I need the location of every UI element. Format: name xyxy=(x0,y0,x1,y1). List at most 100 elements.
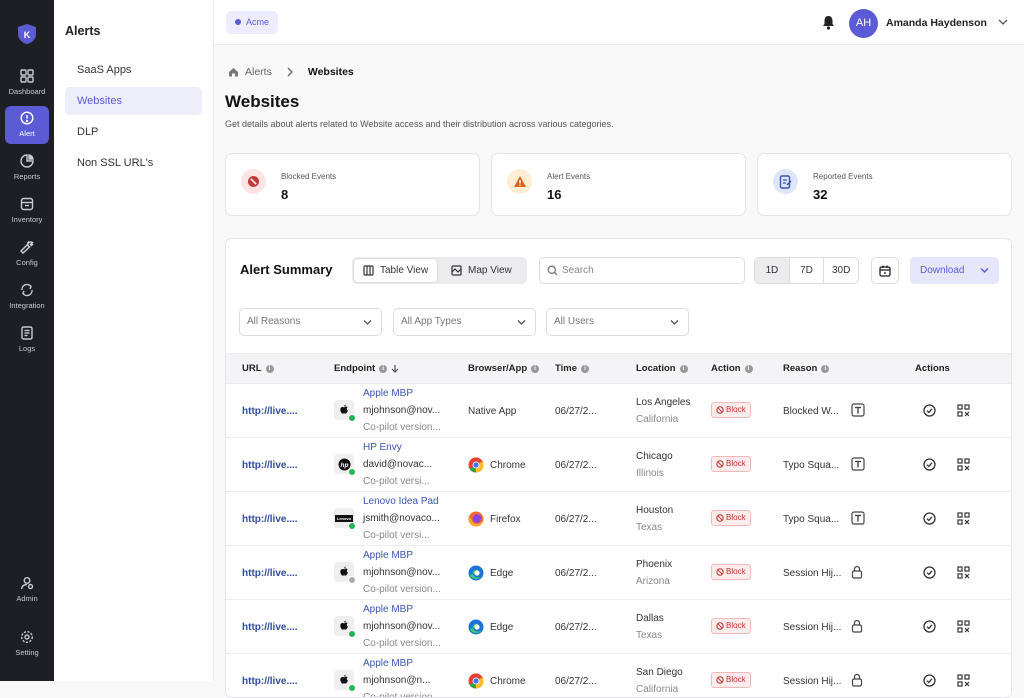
table-row[interactable]: http://live.... Apple MBP mjohnson@n... Co-… xyxy=(226,653,1011,697)
table-row[interactable]: http://live.... Lenovo Lenovo Idea Pad jsmi… xyxy=(226,491,1011,545)
reason-text: Typo Squa... xyxy=(783,514,840,525)
location-city: Chicago xyxy=(636,451,673,462)
table-row[interactable]: http://live.... Apple MBP mjohnson@nov... C… xyxy=(226,383,1011,437)
subnav-item-websites[interactable]: Websites xyxy=(65,87,202,115)
col-reason[interactable]: Reason i xyxy=(783,363,830,374)
nav-inventory[interactable]: Inventory xyxy=(5,192,49,230)
qr-block-icon[interactable] xyxy=(957,404,970,417)
text-icon[interactable] xyxy=(851,457,865,471)
nav-label: Config xyxy=(16,258,38,267)
endpoint-name[interactable]: Apple MBP xyxy=(363,550,413,561)
browser-name: Firefox xyxy=(490,514,521,525)
pie-chart-icon xyxy=(20,154,34,168)
breadcrumb-parent[interactable]: Alerts xyxy=(245,66,272,78)
location-city: Phoenix xyxy=(636,559,673,570)
qr-block-icon[interactable] xyxy=(957,620,970,633)
gear-icon xyxy=(20,630,34,644)
nav-config[interactable]: Config xyxy=(5,235,49,273)
col-url[interactable]: URL i xyxy=(242,363,274,374)
lock-icon[interactable] xyxy=(851,619,863,633)
col-action[interactable]: Action i xyxy=(711,363,753,374)
map-view-button[interactable]: Map View xyxy=(442,259,521,282)
subnav-item-non-ssl-urls[interactable]: Non SSL URL's xyxy=(65,149,202,177)
nav-logs[interactable]: Logs xyxy=(5,321,49,359)
bell-icon[interactable] xyxy=(822,15,835,30)
search-input[interactable]: Search xyxy=(539,257,745,284)
app-types-filter[interactable]: All App Types xyxy=(393,308,536,336)
table-view-button[interactable]: Table View xyxy=(354,259,438,282)
check-circle-icon[interactable] xyxy=(923,458,936,471)
location-state: California xyxy=(636,414,679,425)
nav-integration[interactable]: Integration xyxy=(5,278,49,316)
home-icon[interactable] xyxy=(228,67,239,77)
endpoint-name[interactable]: Lenovo Idea Pad xyxy=(363,496,439,507)
text-icon[interactable] xyxy=(851,511,865,525)
nav-dashboard[interactable]: Dashboard xyxy=(5,64,49,102)
download-label: Download xyxy=(920,265,965,276)
url-link[interactable]: http://live.... xyxy=(242,676,298,687)
endpoint-name[interactable]: Apple MBP xyxy=(363,658,413,669)
left-rail: K Dashboard Alert Reports Inventory Conf… xyxy=(0,0,54,681)
check-circle-icon[interactable] xyxy=(923,620,936,633)
url-link[interactable]: http://live.... xyxy=(242,460,298,471)
org-switcher[interactable]: Acme xyxy=(226,11,279,34)
browser-icon xyxy=(468,619,484,635)
text-icon[interactable] xyxy=(851,403,865,417)
check-circle-icon[interactable] xyxy=(923,404,936,417)
card-value: 8 xyxy=(281,187,289,202)
table-row[interactable]: http://live.... hp HP Envy david@novac... Co… xyxy=(226,437,1011,491)
range-1d[interactable]: 1D xyxy=(755,258,789,283)
sort-down-icon[interactable] xyxy=(391,364,399,373)
qr-block-icon[interactable] xyxy=(957,566,970,579)
users-filter[interactable]: All Users xyxy=(546,308,689,336)
location-city: Dallas xyxy=(636,613,664,624)
event-time: 06/27/2... xyxy=(555,622,597,633)
browser-name: Native App xyxy=(468,406,517,417)
col-location[interactable]: Location i xyxy=(636,363,688,374)
reasons-filter[interactable]: All Reasons xyxy=(239,308,382,336)
url-link[interactable]: http://live.... xyxy=(242,622,298,633)
qr-block-icon[interactable] xyxy=(957,458,970,471)
range-7d[interactable]: 7D xyxy=(788,258,824,283)
blocked-icon xyxy=(241,169,266,194)
check-circle-icon[interactable] xyxy=(923,566,936,579)
browser-name: Chrome xyxy=(490,460,526,471)
endpoint-name[interactable]: Apple MBP xyxy=(363,388,413,399)
range-30d[interactable]: 30D xyxy=(823,258,858,283)
chevron-down-icon[interactable] xyxy=(998,18,1008,26)
nav-alert[interactable]: Alert xyxy=(5,106,49,144)
table-view-label: Table View xyxy=(380,265,429,276)
lock-icon[interactable] xyxy=(851,565,863,579)
endpoint-name[interactable]: HP Envy xyxy=(363,442,402,453)
logs-icon xyxy=(21,326,33,340)
check-circle-icon[interactable] xyxy=(923,512,936,525)
nav-setting[interactable]: Setting xyxy=(5,625,49,663)
col-time[interactable]: Time i xyxy=(555,363,590,374)
subnav-item-saas-apps[interactable]: SaaS Apps xyxy=(65,56,202,84)
col-browser[interactable]: Browser/App i xyxy=(468,363,540,374)
col-endpoint[interactable]: Endpoint i xyxy=(334,363,399,374)
table-row[interactable]: http://live.... Apple MBP mjohnson@nov... C… xyxy=(226,599,1011,653)
grid-icon xyxy=(20,69,34,83)
lock-icon[interactable] xyxy=(851,673,863,687)
url-link[interactable]: http://live.... xyxy=(242,514,298,525)
event-time: 06/27/2... xyxy=(555,514,597,525)
col-actions-label: Actions xyxy=(915,363,950,374)
qr-block-icon[interactable] xyxy=(957,512,970,525)
subnav-item-dlp[interactable]: DLP xyxy=(65,118,202,146)
user-name[interactable]: Amanda Haydenson xyxy=(886,17,987,29)
nav-reports[interactable]: Reports xyxy=(5,149,49,187)
nav-label: Reports xyxy=(13,172,41,181)
integration-icon xyxy=(21,283,33,297)
reasons-filter-value: All Reasons xyxy=(247,316,301,327)
calendar-button[interactable] xyxy=(871,257,899,284)
avatar[interactable]: AH xyxy=(849,9,878,38)
url-link[interactable]: http://live.... xyxy=(242,568,298,579)
table-row[interactable]: http://live.... Apple MBP mjohnson@nov... C… xyxy=(226,545,1011,599)
url-link[interactable]: http://live.... xyxy=(242,406,298,417)
info-icon: i xyxy=(265,364,274,373)
nav-admin[interactable]: Admin xyxy=(5,571,49,609)
endpoint-name[interactable]: Apple MBP xyxy=(363,604,413,615)
block-icon xyxy=(716,460,724,468)
download-button[interactable]: Download xyxy=(910,257,999,284)
